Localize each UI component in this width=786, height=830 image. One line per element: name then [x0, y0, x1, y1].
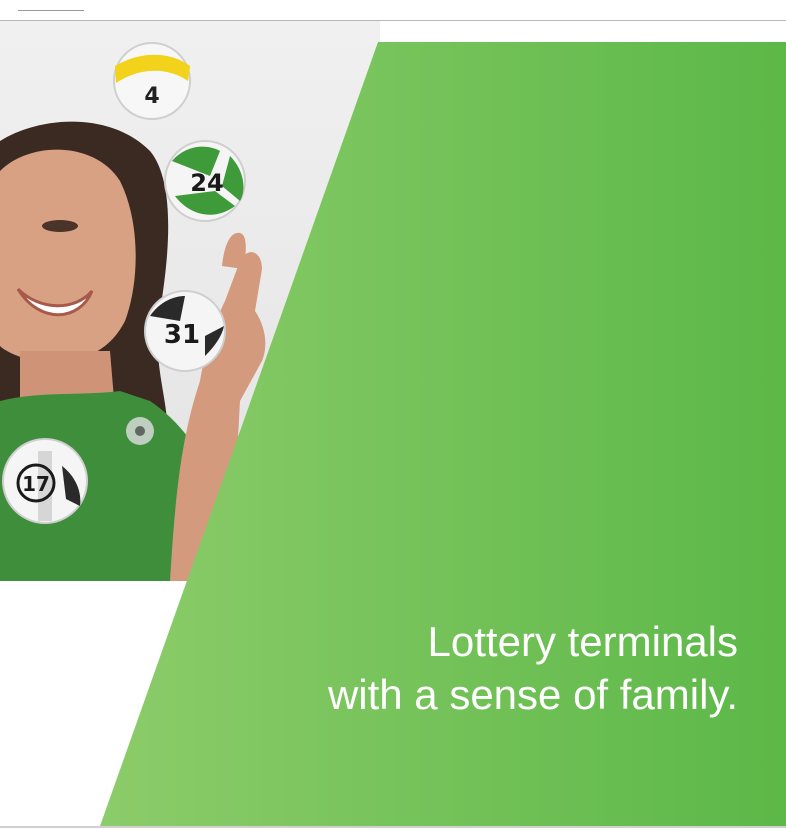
tagline-line-1: Lottery terminals — [427, 618, 738, 665]
tagline-line-2: with a sense of family. — [327, 671, 738, 718]
footer-divider — [0, 826, 786, 828]
tagline: Lottery terminals with a sense of family… — [328, 615, 738, 721]
